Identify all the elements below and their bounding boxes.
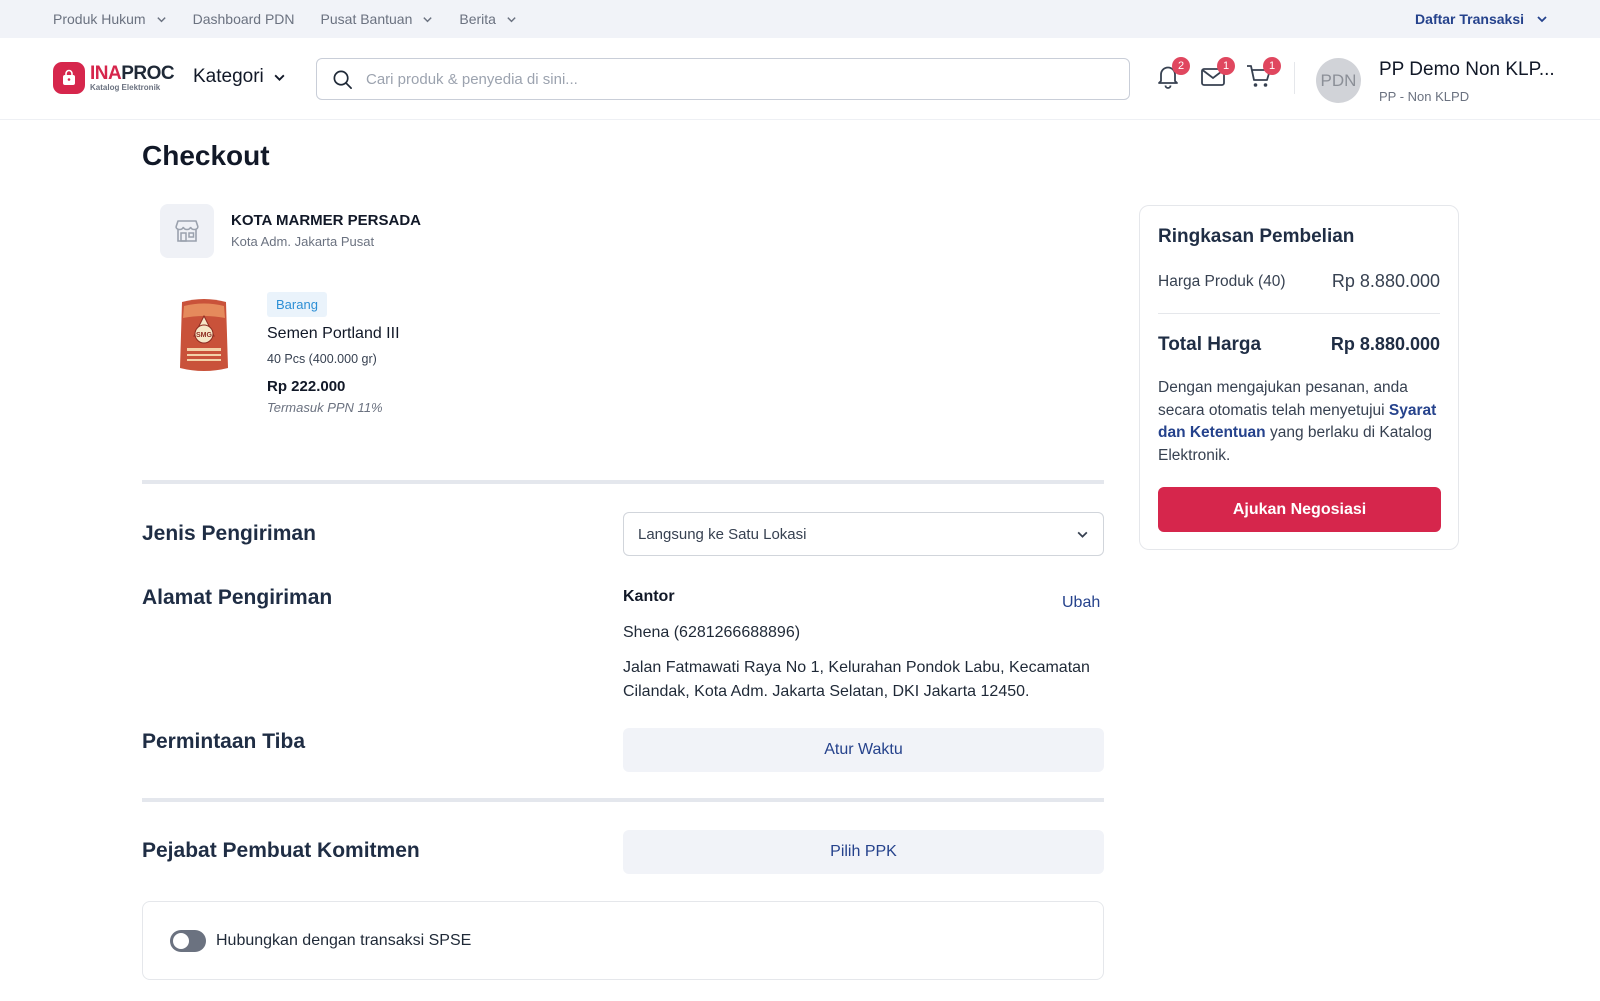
logo-ina: INA [90, 63, 122, 84]
product-quantity: 40 Pcs (400.000 gr) [267, 352, 377, 366]
daftar-transaksi-menu[interactable]: Daftar Transaksi [1415, 0, 1548, 38]
toggle-knob [173, 932, 189, 949]
product-price-value: Rp 8.880.000 [1331, 271, 1440, 291]
kategori-label: Kategori [193, 66, 264, 87]
logo-proc: PROC [121, 63, 175, 84]
notification-count-badge: 2 [1172, 57, 1190, 75]
shipping-type-label: Jenis Pengiriman [142, 522, 316, 545]
chevron-down-icon [423, 16, 433, 22]
page-title: Checkout [142, 140, 270, 171]
chevron-down-icon [507, 16, 516, 22]
chevron-down-icon [156, 16, 166, 22]
section-divider [142, 798, 1104, 802]
chevron-down-icon [274, 74, 285, 81]
summary-divider [1158, 313, 1440, 314]
topnav-label: Pusat Bantuan [320, 11, 413, 27]
spse-toggle[interactable] [170, 929, 206, 952]
store-icon [160, 204, 214, 258]
store-city: Kota Adm. Jakarta Pusat [231, 234, 375, 249]
top-utility-bar: Produk Hukum Dashboard PDN Pusat Bantuan… [0, 0, 1600, 38]
product-bag-text: SMG [196, 332, 213, 339]
product-image[interactable]: SMG [178, 296, 230, 374]
avatar[interactable]: PDN [1316, 58, 1361, 103]
chevron-down-icon [1537, 16, 1547, 23]
shopping-bag-icon [53, 62, 85, 94]
topnav-berita[interactable]: Berita [459, 11, 517, 27]
product-tax-note: Termasuk PPN 11% [267, 400, 383, 415]
total-price-label: Total Harga [1158, 334, 1262, 355]
search-bar [316, 58, 1130, 100]
spse-label: Hubungkan dengan transaksi SPSE [216, 931, 472, 949]
submit-negotiation-button[interactable]: Ajukan Negosiasi [1158, 487, 1441, 532]
ppk-label: Pejabat Pembuat Komitmen [142, 839, 420, 862]
store-name[interactable]: KOTA MARMER PERSADA [231, 212, 421, 229]
product-name[interactable]: Semen Portland III [267, 325, 400, 343]
summary-title: Ringkasan Pembelian [1158, 226, 1355, 247]
topnav-pusat-bantuan[interactable]: Pusat Bantuan [321, 11, 434, 27]
messages-count-badge: 1 [1217, 57, 1235, 75]
topnav-label: Dashboard PDN [192, 11, 295, 27]
product-price: Rp 222.000 [267, 378, 346, 395]
main-header: INAPROC Katalog Elektronik Kategori 2 1 … [0, 38, 1600, 120]
terms-note: Dengan mengajukan pesanan, anda secara o… [1158, 377, 1444, 467]
terms-note-before: Dengan mengajukan pesanan, anda secara o… [1158, 379, 1408, 419]
shipping-address-label: Alamat Pengiriman [142, 586, 333, 609]
section-divider [142, 480, 1104, 484]
choose-ppk-button[interactable]: Pilih PPK [623, 830, 1104, 874]
chevron-down-icon [1077, 531, 1088, 538]
address-line: Jalan Fatmawati Raya No 1, Kelurahan Pon… [623, 659, 1090, 700]
topnav-label: Berita [459, 11, 496, 27]
address-contact: Shena (6281266688896) [623, 624, 801, 641]
topnav-dashboard-pdn[interactable]: Dashboard PDN [193, 11, 295, 27]
topnav-produk-hukum[interactable]: Produk Hukum [53, 11, 167, 27]
address-title: Kantor [623, 588, 675, 605]
user-name[interactable]: PP Demo Non KLP... [1379, 59, 1555, 81]
shipping-type-select[interactable]: Langsung ke Satu Lokasi [623, 512, 1104, 556]
header-divider [1294, 62, 1295, 94]
arrival-request-label: Permintaan Tiba [142, 730, 305, 753]
notification-button[interactable]: 2 [1154, 57, 1190, 92]
product-price-label: Harga Produk (40) [1158, 273, 1286, 290]
cart-count-badge: 1 [1263, 57, 1281, 75]
search-icon [333, 70, 352, 89]
total-price-value: Rp 8.880.000 [1330, 334, 1440, 354]
cart-button[interactable]: 1 [1245, 57, 1281, 92]
logo-text: INAPROC Katalog Elektronik [90, 63, 175, 92]
kategori-menu[interactable]: Kategori [193, 66, 286, 88]
change-address-link[interactable]: Ubah [1062, 594, 1100, 612]
product-type-tag: Barang [267, 292, 327, 317]
topnav-label: Produk Hukum [53, 11, 146, 27]
search-input[interactable] [366, 70, 1066, 88]
daftar-transaksi-label: Daftar Transaksi [1415, 11, 1524, 27]
inaproc-logo[interactable]: INAPROC Katalog Elektronik [53, 62, 175, 94]
purchase-summary-card: Ringkasan Pembelian Harga Produk (40) Rp… [1139, 205, 1459, 550]
spse-link-box: Hubungkan dengan transaksi SPSE [142, 901, 1104, 980]
logo-subtitle: Katalog Elektronik [90, 83, 161, 92]
top-nav: Produk Hukum Dashboard PDN Pusat Bantuan… [53, 11, 543, 27]
set-time-button[interactable]: Atur Waktu [623, 728, 1104, 772]
shipping-type-value: Langsung ke Satu Lokasi [638, 525, 807, 543]
user-role: PP - Non KLPD [1379, 89, 1470, 104]
messages-button[interactable]: 1 [1199, 57, 1235, 92]
